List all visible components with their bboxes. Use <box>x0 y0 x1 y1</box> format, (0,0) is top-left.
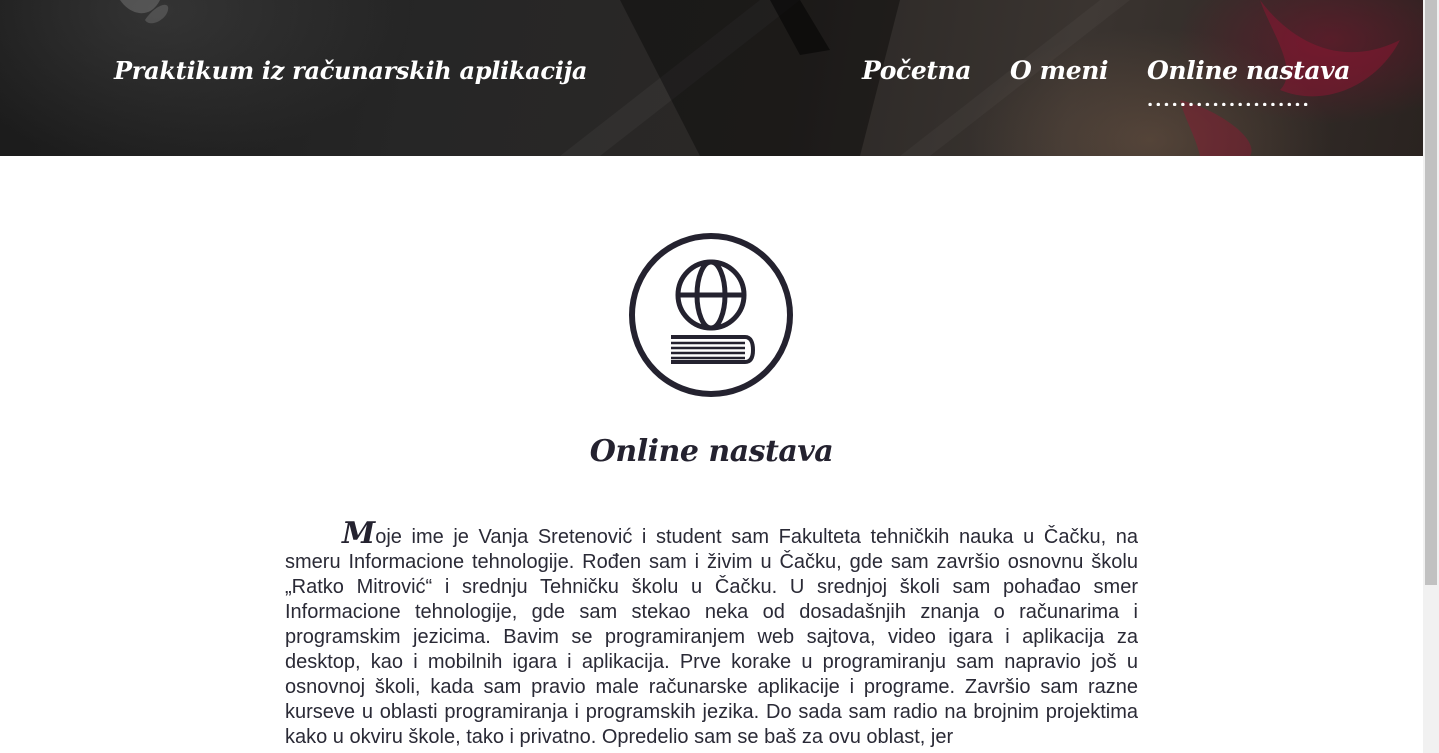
page: Praktikum iz računarskih aplikacija Poče… <box>0 0 1439 753</box>
nav-item-online-nastava[interactable]: Online nastava <box>1147 56 1350 85</box>
scrollbar-thumb[interactable] <box>1425 0 1437 585</box>
nav-item-about[interactable]: O meni <box>1010 56 1109 85</box>
bio-paragraph: Moje ime je Vanja Sretenović i student s… <box>285 519 1138 750</box>
page-title: Online nastava <box>589 434 834 469</box>
active-nav-indicator <box>1146 102 1309 106</box>
globe-on-book-icon <box>627 231 795 399</box>
bio-drop-cap: M <box>342 516 376 551</box>
main-nav: Početna O meni Online nastava <box>0 56 1423 116</box>
nav-item-home[interactable]: Početna <box>862 56 971 85</box>
site-header: Praktikum iz računarskih aplikacija Poče… <box>0 0 1423 156</box>
vertical-scrollbar[interactable] <box>1423 0 1439 753</box>
bio-text: oje ime je Vanja Sretenović i student sa… <box>285 526 1138 748</box>
